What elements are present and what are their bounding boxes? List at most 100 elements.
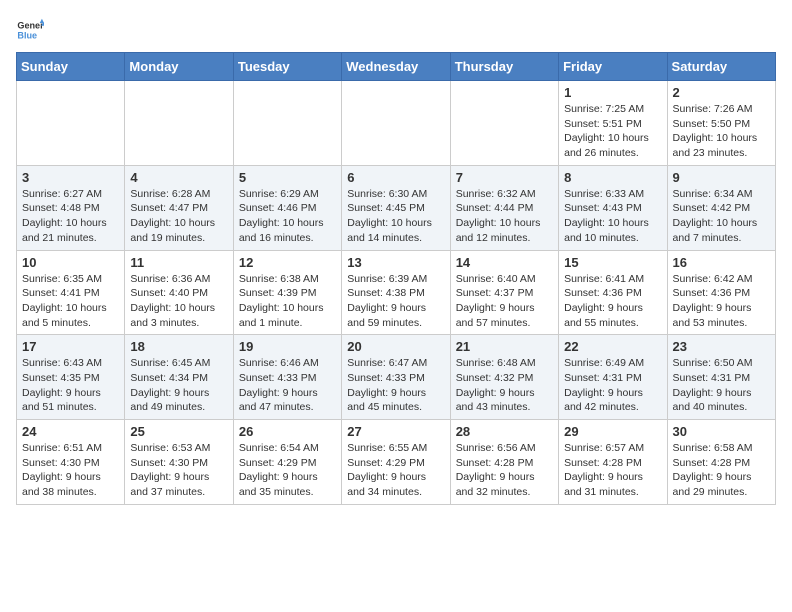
calendar-cell-1-4 (342, 81, 450, 166)
calendar-cell-5-3: 26 Sunrise: 6:54 AM Sunset: 4:29 PM Dayli… (233, 420, 341, 505)
day-number: 11 (130, 255, 227, 270)
day-number: 9 (673, 170, 770, 185)
svg-text:General: General (17, 21, 44, 31)
calendar-cell-4-3: 19 Sunrise: 6:46 AM Sunset: 4:33 PM Dayli… (233, 335, 341, 420)
calendar-cell-2-4: 6 Sunrise: 6:30 AM Sunset: 4:45 PM Daylig… (342, 165, 450, 250)
day-number: 7 (456, 170, 553, 185)
calendar-cell-2-7: 9Sunrise: 6:34 AM Sunset: 4:42 PM Daylig… (667, 165, 775, 250)
day-info: Sunrise: 7:25 AM Sunset: 5:51 PM Dayligh… (564, 102, 661, 161)
day-number: 15 (564, 255, 661, 270)
day-number: 22 (564, 339, 661, 354)
calendar-header-monday: Monday (125, 53, 233, 81)
day-number: 14 (456, 255, 553, 270)
day-info: Sunrise: 6:40 AM Sunset: 4:37 PM Dayligh… (456, 272, 553, 331)
calendar-cell-3-2: 11 Sunrise: 6:36 AM Sunset: 4:40 PM Dayli… (125, 250, 233, 335)
day-number: 23 (673, 339, 770, 354)
calendar-header-wednesday: Wednesday (342, 53, 450, 81)
svg-text:Blue: Blue (17, 30, 37, 40)
day-number: 13 (347, 255, 444, 270)
calendar-header-saturday: Saturday (667, 53, 775, 81)
day-number: 25 (130, 424, 227, 439)
calendar-cell-3-6: 15 Sunrise: 6:41 AM Sunset: 4:36 PM Dayli… (559, 250, 667, 335)
day-number: 17 (22, 339, 119, 354)
calendar-week-5: 24 Sunrise: 6:51 AM Sunset: 4:30 PM Dayli… (17, 420, 776, 505)
day-number: 5 (239, 170, 336, 185)
calendar-cell-5-6: 29 Sunrise: 6:57 AM Sunset: 4:28 PM Dayli… (559, 420, 667, 505)
logo: General Blue (16, 16, 48, 44)
day-number: 2 (673, 85, 770, 100)
calendar-week-4: 17 Sunrise: 6:43 AM Sunset: 4:35 PM Dayli… (17, 335, 776, 420)
calendar-cell-5-1: 24 Sunrise: 6:51 AM Sunset: 4:30 PM Dayli… (17, 420, 125, 505)
day-number: 3 (22, 170, 119, 185)
calendar-cell-5-5: 28 Sunrise: 6:56 AM Sunset: 4:28 PM Dayli… (450, 420, 558, 505)
calendar-cell-2-6: 8 Sunrise: 6:33 AM Sunset: 4:43 PM Daylig… (559, 165, 667, 250)
day-number: 4 (130, 170, 227, 185)
calendar-header-sunday: Sunday (17, 53, 125, 81)
calendar-header-tuesday: Tuesday (233, 53, 341, 81)
day-info: Sunrise: 6:58 AM Sunset: 4:28 PM Dayligh… (673, 441, 770, 500)
day-info: Sunrise: 6:27 AM Sunset: 4:48 PM Dayligh… (22, 187, 119, 246)
calendar-week-1: 1 Sunrise: 7:25 AM Sunset: 5:51 PM Daylig… (17, 81, 776, 166)
day-number: 8 (564, 170, 661, 185)
calendar-cell-5-7: 30 Sunrise: 6:58 AM Sunset: 4:28 PM Dayli… (667, 420, 775, 505)
day-info: Sunrise: 6:46 AM Sunset: 4:33 PM Dayligh… (239, 356, 336, 415)
logo-icon: General Blue (16, 16, 44, 44)
day-info: Sunrise: 6:30 AM Sunset: 4:45 PM Dayligh… (347, 187, 444, 246)
calendar-week-3: 10 Sunrise: 6:35 AM Sunset: 4:41 PM Dayli… (17, 250, 776, 335)
day-number: 24 (22, 424, 119, 439)
day-info: Sunrise: 6:43 AM Sunset: 4:35 PM Dayligh… (22, 356, 119, 415)
calendar-cell-4-5: 21Sunrise: 6:48 AM Sunset: 4:32 PM Dayli… (450, 335, 558, 420)
calendar-cell-1-6: 1 Sunrise: 7:25 AM Sunset: 5:51 PM Daylig… (559, 81, 667, 166)
calendar-header-friday: Friday (559, 53, 667, 81)
calendar-cell-4-2: 18 Sunrise: 6:45 AM Sunset: 4:34 PM Dayli… (125, 335, 233, 420)
calendar-cell-3-3: 12 Sunrise: 6:38 AM Sunset: 4:39 PM Dayli… (233, 250, 341, 335)
calendar-cell-2-3: 5Sunrise: 6:29 AM Sunset: 4:46 PM Daylig… (233, 165, 341, 250)
day-info: Sunrise: 6:47 AM Sunset: 4:33 PM Dayligh… (347, 356, 444, 415)
calendar-cell-3-5: 14 Sunrise: 6:40 AM Sunset: 4:37 PM Dayli… (450, 250, 558, 335)
day-info: Sunrise: 6:55 AM Sunset: 4:29 PM Dayligh… (347, 441, 444, 500)
day-number: 18 (130, 339, 227, 354)
header: General Blue (16, 16, 776, 44)
day-number: 28 (456, 424, 553, 439)
day-number: 10 (22, 255, 119, 270)
day-number: 30 (673, 424, 770, 439)
day-info: Sunrise: 6:57 AM Sunset: 4:28 PM Dayligh… (564, 441, 661, 500)
calendar-cell-3-1: 10 Sunrise: 6:35 AM Sunset: 4:41 PM Dayli… (17, 250, 125, 335)
day-info: Sunrise: 6:39 AM Sunset: 4:38 PM Dayligh… (347, 272, 444, 331)
calendar-cell-4-1: 17 Sunrise: 6:43 AM Sunset: 4:35 PM Dayli… (17, 335, 125, 420)
day-number: 19 (239, 339, 336, 354)
calendar-header-thursday: Thursday (450, 53, 558, 81)
calendar-cell-1-5 (450, 81, 558, 166)
calendar-cell-5-2: 25Sunrise: 6:53 AM Sunset: 4:30 PM Dayli… (125, 420, 233, 505)
day-info: Sunrise: 7:26 AM Sunset: 5:50 PM Dayligh… (673, 102, 770, 161)
day-info: Sunrise: 6:48 AM Sunset: 4:32 PM Dayligh… (456, 356, 553, 415)
calendar-cell-2-5: 7Sunrise: 6:32 AM Sunset: 4:44 PM Daylig… (450, 165, 558, 250)
calendar-cell-4-6: 22Sunrise: 6:49 AM Sunset: 4:31 PM Dayli… (559, 335, 667, 420)
day-number: 20 (347, 339, 444, 354)
calendar-cell-4-7: 23Sunrise: 6:50 AM Sunset: 4:31 PM Dayli… (667, 335, 775, 420)
day-info: Sunrise: 6:54 AM Sunset: 4:29 PM Dayligh… (239, 441, 336, 500)
day-info: Sunrise: 6:38 AM Sunset: 4:39 PM Dayligh… (239, 272, 336, 331)
calendar-week-2: 3 Sunrise: 6:27 AM Sunset: 4:48 PM Daylig… (17, 165, 776, 250)
day-info: Sunrise: 6:36 AM Sunset: 4:40 PM Dayligh… (130, 272, 227, 331)
day-info: Sunrise: 6:42 AM Sunset: 4:36 PM Dayligh… (673, 272, 770, 331)
day-info: Sunrise: 6:56 AM Sunset: 4:28 PM Dayligh… (456, 441, 553, 500)
day-number: 6 (347, 170, 444, 185)
day-info: Sunrise: 6:51 AM Sunset: 4:30 PM Dayligh… (22, 441, 119, 500)
calendar-cell-1-2 (125, 81, 233, 166)
day-info: Sunrise: 6:41 AM Sunset: 4:36 PM Dayligh… (564, 272, 661, 331)
calendar-cell-5-4: 27 Sunrise: 6:55 AM Sunset: 4:29 PM Dayli… (342, 420, 450, 505)
day-info: Sunrise: 6:35 AM Sunset: 4:41 PM Dayligh… (22, 272, 119, 331)
day-info: Sunrise: 6:33 AM Sunset: 4:43 PM Dayligh… (564, 187, 661, 246)
day-number: 29 (564, 424, 661, 439)
day-number: 1 (564, 85, 661, 100)
calendar-cell-3-4: 13 Sunrise: 6:39 AM Sunset: 4:38 PM Dayli… (342, 250, 450, 335)
calendar-header-row: SundayMondayTuesdayWednesdayThursdayFrid… (17, 53, 776, 81)
day-info: Sunrise: 6:45 AM Sunset: 4:34 PM Dayligh… (130, 356, 227, 415)
day-number: 27 (347, 424, 444, 439)
calendar-cell-3-7: 16Sunrise: 6:42 AM Sunset: 4:36 PM Dayli… (667, 250, 775, 335)
calendar-table: SundayMondayTuesdayWednesdayThursdayFrid… (16, 52, 776, 505)
day-number: 12 (239, 255, 336, 270)
calendar-cell-1-3 (233, 81, 341, 166)
day-number: 26 (239, 424, 336, 439)
